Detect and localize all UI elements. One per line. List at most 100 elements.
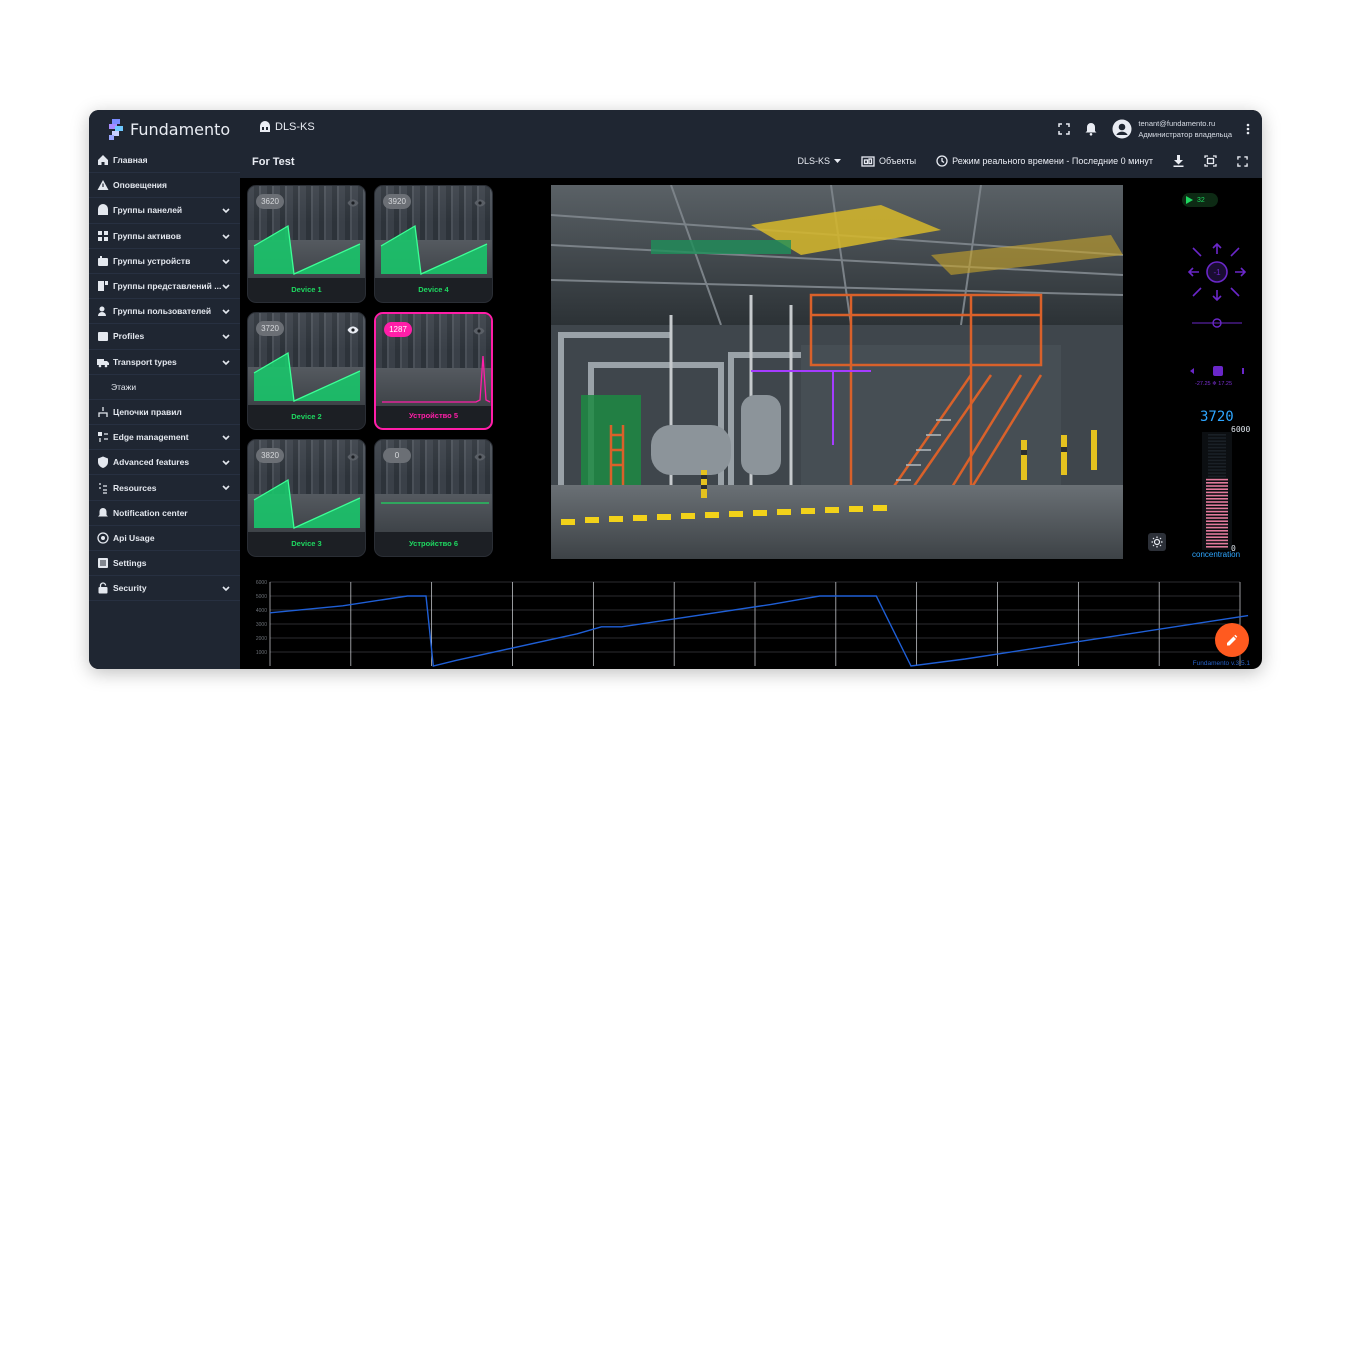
eye-icon[interactable] — [347, 321, 359, 339]
device-name: Device 1 — [291, 285, 322, 294]
series-line-0 — [269, 595, 1249, 667]
sidebar-item-7[interactable]: Profiles — [89, 324, 240, 350]
gauge-segment — [1206, 491, 1228, 494]
sidebar-item-3[interactable]: Группы активов — [89, 224, 240, 249]
entity-selector[interactable]: DLS-KS — [798, 156, 842, 166]
sidebar-item-label: Advanced features — [113, 457, 190, 468]
zoom-slider[interactable] — [1192, 316, 1242, 334]
eye-icon[interactable] — [474, 194, 486, 212]
sidebar-item-17[interactable]: Security — [89, 576, 240, 602]
sidebar-item-12[interactable]: Advanced features — [89, 450, 240, 476]
ptz-direction-pad[interactable]: -1 — [1187, 242, 1247, 307]
fullscreen-icon[interactable] — [1058, 123, 1071, 135]
account-avatar-icon — [1112, 119, 1132, 139]
sidebar-item-label: Этажи — [111, 381, 137, 392]
eye-icon[interactable] — [473, 322, 485, 340]
sidebar-item-label: Security — [113, 583, 147, 594]
sidebar-item-1[interactable]: Оповещения — [89, 173, 240, 199]
timewindow-button[interactable]: Режим реального времени - Последние 0 ми… — [936, 155, 1153, 167]
sidebar: Главная Оповещения Группы панелей Группы ак… — [89, 148, 240, 669]
device-card[interactable]: 3620 Device 1 — [247, 185, 366, 303]
chevron-down-icon[interactable] — [222, 257, 230, 267]
brand[interactable]: Fundamento — [109, 117, 230, 141]
fundamento-logo-icon — [109, 118, 125, 140]
resources-icon — [97, 482, 109, 494]
chevron-down-icon[interactable] — [222, 358, 230, 368]
play-count: 32 — [1197, 196, 1205, 204]
chevron-down-icon[interactable] — [222, 206, 230, 216]
settings-icon — [97, 557, 109, 569]
sidebar-item-16[interactable]: Settings — [89, 551, 240, 577]
device-card[interactable]: 3820 Device 3 — [247, 439, 366, 557]
gauge-max-label: 6000 — [1231, 425, 1251, 434]
device-card[interactable]: 1287 Устройство 5 — [374, 312, 493, 430]
chevron-down-icon[interactable] — [222, 232, 230, 242]
breadcrumb[interactable]: DLS-KS — [259, 121, 315, 133]
chevron-down-icon[interactable] — [222, 433, 230, 443]
dashboard-toolbar: For Test DLS-KS Объекты Режим реального … — [240, 148, 1262, 178]
gauge-segment — [1206, 517, 1228, 519]
user-menu[interactable]: tenant@fundamento.ru Администратор владе… — [1112, 118, 1232, 140]
gauge-segment — [1208, 450, 1226, 452]
device-value-badge: 3720 — [256, 321, 284, 336]
gauge-label: concentration — [1192, 550, 1241, 559]
sidebar-item-label: Edge management — [113, 432, 189, 443]
more-vert-icon[interactable] — [1246, 123, 1250, 135]
home-icon — [97, 154, 109, 166]
eye-icon[interactable] — [347, 448, 359, 466]
sidebar-item-6[interactable]: Группы пользователей — [89, 299, 240, 325]
sidebar-item-8[interactable]: Transport types — [89, 350, 240, 375]
sidebar-item-5[interactable]: Группы представлений ... — [89, 274, 240, 300]
chevron-down-icon[interactable] — [222, 307, 230, 317]
notifications-bell-icon[interactable] — [1084, 122, 1098, 136]
devices-icon — [97, 255, 109, 267]
screenshot-icon[interactable] — [1204, 155, 1217, 167]
sidebar-item-13[interactable]: Resources — [89, 475, 240, 501]
gauge-segment — [1206, 526, 1228, 529]
sidebar-item-0[interactable]: Главная — [89, 148, 240, 174]
chevron-down-icon[interactable] — [222, 458, 230, 468]
device-card[interactable]: 0 Устройство 6 — [374, 439, 493, 557]
gauge-segment — [1206, 533, 1228, 535]
top-actions: tenant@fundamento.ru Администратор владе… — [1058, 118, 1250, 140]
device-value-badge: 3920 — [383, 194, 411, 209]
sidebar-item-4[interactable]: Группы устройств — [89, 249, 240, 274]
device-card[interactable]: 3920 Device 4 — [374, 185, 493, 303]
device-card[interactable]: 3720 Device 2 — [247, 312, 366, 430]
sidebar-item-2[interactable]: Группы панелей — [89, 198, 240, 224]
sidebar-item-10[interactable]: Цепочки правил — [89, 400, 240, 426]
sidebar-item-9[interactable]: Этажи — [89, 375, 240, 400]
edit-fab-button[interactable] — [1215, 623, 1249, 657]
gauge-segment — [1206, 482, 1228, 484]
objects-label: Объекты — [879, 156, 917, 166]
sidebar-item-14[interactable]: Notification center — [89, 501, 240, 526]
chevron-down-icon[interactable] — [222, 332, 230, 342]
y-tick-label: 5000 — [256, 594, 267, 600]
warning-icon — [97, 179, 109, 191]
chevron-down-icon[interactable] — [222, 483, 230, 493]
device-name: Устройство 5 — [408, 411, 458, 420]
fullscreen-dashboard-icon[interactable] — [1237, 155, 1248, 167]
gauge-segment — [1208, 456, 1226, 458]
eye-icon[interactable] — [347, 194, 359, 212]
sidebar-item-label: Оповещения — [113, 180, 167, 191]
eye-icon[interactable] — [474, 448, 486, 466]
sidebar-item-label: Transport types — [113, 356, 177, 367]
sidebar-item-label: Api Usage — [113, 532, 155, 543]
chevron-down-icon[interactable] — [222, 584, 230, 594]
user-email: tenant@fundamento.ru — [1138, 119, 1216, 128]
gauge-segment — [1208, 462, 1226, 465]
digital-value: 3720 — [1200, 409, 1234, 425]
timewindow-label: Режим реального времени - Последние 0 ми… — [952, 156, 1153, 166]
page-title: For Test — [252, 156, 295, 168]
camera-controls[interactable] — [1188, 364, 1248, 382]
brightness-button[interactable] — [1148, 533, 1166, 551]
objects-button[interactable]: Объекты — [861, 155, 917, 167]
sidebar-item-11[interactable]: Edge management — [89, 425, 240, 451]
sidebar-item-label: Группы устройств — [113, 255, 191, 266]
play-control[interactable]: 32 — [1182, 193, 1218, 207]
users-icon — [97, 305, 109, 317]
chevron-down-icon[interactable] — [222, 282, 230, 292]
download-icon[interactable] — [1173, 155, 1184, 167]
sidebar-item-15[interactable]: Api Usage — [89, 526, 240, 551]
